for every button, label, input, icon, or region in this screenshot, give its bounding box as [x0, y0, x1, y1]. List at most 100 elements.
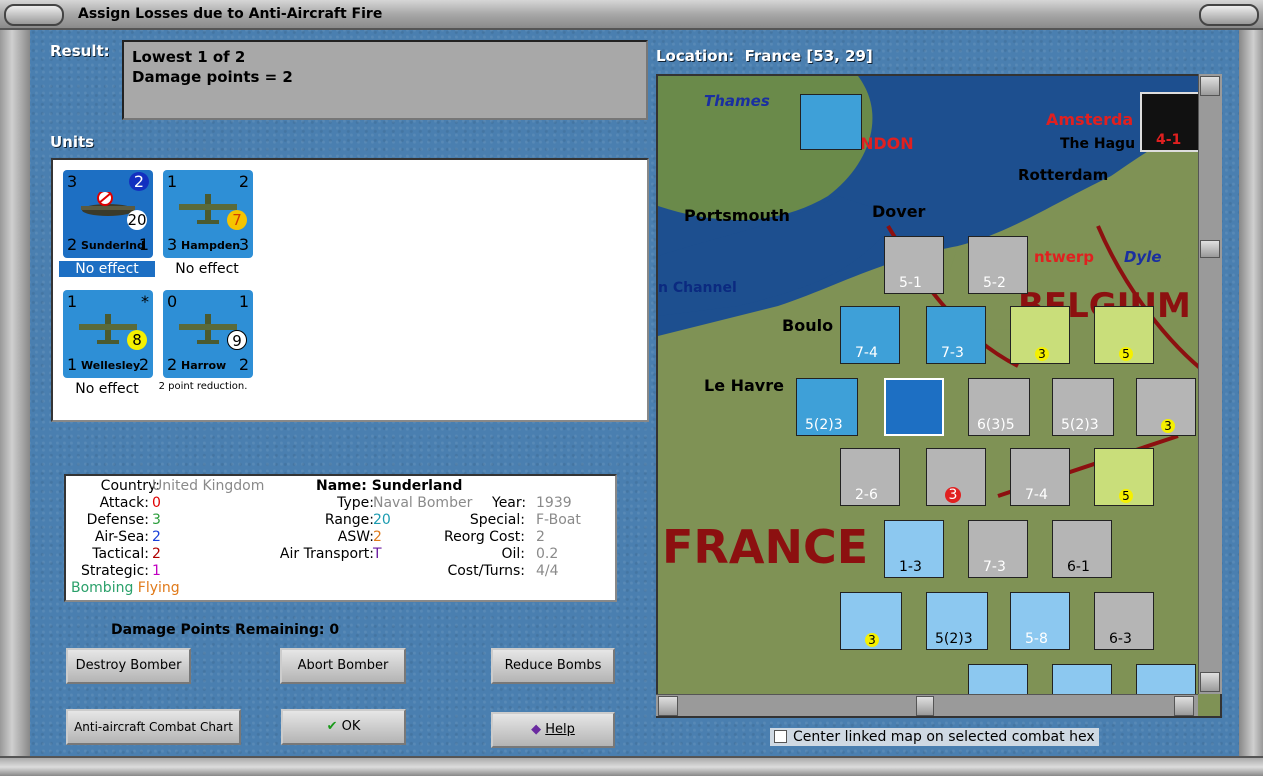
aa-combat-chart-button[interactable]: Anti-aircraft Combat Chart: [66, 709, 241, 745]
unit-tr-value: *: [141, 292, 149, 311]
map-place: Dyle: [1124, 248, 1162, 266]
unit-range-badge: 8: [127, 330, 147, 350]
scroll-thumb-vertical[interactable]: [1200, 240, 1220, 258]
damage-remaining: Damage Points Remaining: 0: [111, 622, 339, 638]
scroll-up-icon[interactable]: [1200, 76, 1220, 96]
map-place: Rotterdam: [1018, 166, 1109, 184]
counter-value: 5(2)3: [1061, 417, 1099, 433]
map-counter-air[interactable]: 5: [1094, 448, 1154, 506]
map-horizontal-scrollbar[interactable]: [656, 694, 1198, 716]
counter-value: 3: [1035, 347, 1049, 361]
counter-value: 6-3: [1109, 631, 1132, 647]
name-label: Name:: [316, 478, 367, 494]
map-counter-selected[interactable]: [884, 378, 944, 436]
help-button[interactable]: ◆ Help: [491, 712, 615, 748]
unit-air-value: 3: [67, 172, 78, 191]
unit-range-badge: 7: [227, 210, 247, 230]
map-counter[interactable]: 3: [926, 448, 986, 506]
unit-bl-value: 2: [167, 355, 178, 374]
scroll-thumb-horizontal[interactable]: [916, 696, 934, 716]
air-transport-value: T: [373, 546, 382, 562]
map-counter[interactable]: 5-8: [1010, 592, 1070, 650]
ok-button[interactable]: ✔ OK: [281, 709, 406, 745]
unit-card-wellesley[interactable]: 1 * 8 1 Wellesley 2: [63, 290, 153, 378]
map-counter[interactable]: 2-6: [840, 448, 900, 506]
window-menu-icon[interactable]: [4, 4, 64, 26]
unit-name: Wellesley: [81, 359, 141, 372]
counter-value: 5-1: [899, 275, 922, 291]
unit-tr-value: 1: [238, 292, 249, 311]
map-counter-air[interactable]: [800, 94, 862, 150]
map-counter[interactable]: 7-4: [840, 306, 900, 364]
scroll-left-icon[interactable]: [658, 696, 678, 716]
map-counter[interactable]: 1-3: [884, 520, 944, 578]
scroll-right-icon[interactable]: [1174, 696, 1194, 716]
airsea-label: Air-Sea:: [94, 529, 149, 545]
result-line1: Lowest 1 of 2: [132, 48, 246, 66]
attack-label: Attack:: [99, 495, 149, 511]
map-place: Dover: [872, 202, 926, 221]
reorg-value: 2: [536, 529, 545, 545]
map-counter-air[interactable]: 3: [840, 592, 902, 650]
map-counter[interactable]: 5-2: [968, 236, 1028, 294]
map-counter-air[interactable]: 5: [1094, 306, 1154, 364]
map-place: The Hagu: [1060, 136, 1136, 152]
counter-value: 5: [1119, 347, 1133, 361]
hex-map[interactable]: Thames NDON Amsterda The Hagu Rotterdam …: [656, 74, 1222, 718]
cost-label: Cost/Turns:: [447, 563, 525, 579]
tactical-label: Tactical:: [92, 546, 149, 562]
damage-label: Damage Points Remaining:: [111, 622, 325, 638]
unit-status: No effect: [175, 261, 239, 277]
checkbox-box[interactable]: [774, 730, 787, 743]
map-counter-amsterdam[interactable]: 4-1: [1140, 92, 1200, 152]
year-value: 1939: [536, 495, 572, 511]
help-label: Help: [545, 722, 575, 737]
map-counter[interactable]: 6-3: [1094, 592, 1154, 650]
unit-name: Sunderlnd: [81, 239, 145, 252]
unit-air-value: 1: [167, 172, 178, 191]
map-counter[interactable]: 5(2)3: [926, 592, 988, 650]
type-label: Type:: [337, 495, 374, 511]
unit-card-hampden[interactable]: 1 2 7 3 Hampden 3: [163, 170, 253, 258]
map-counter[interactable]: 7-4: [1010, 448, 1070, 506]
map-counter[interactable]: 7-3: [926, 306, 986, 364]
center-linked-map-checkbox[interactable]: Center linked map on selected combat hex: [770, 728, 1099, 746]
map-counter[interactable]: 7-3: [968, 520, 1028, 578]
frame-left: [0, 30, 30, 756]
counter-value: 2-6: [855, 487, 878, 503]
window-close-icon[interactable]: [1199, 4, 1259, 26]
unit-range-badge: 9: [227, 330, 247, 350]
asw-value: 2: [373, 529, 382, 545]
map-counter-air[interactable]: 3: [1010, 306, 1070, 364]
map-counter[interactable]: 5-1: [884, 236, 944, 294]
window-title: Assign Losses due to Anti-Aircraft Fire: [78, 6, 383, 22]
air-transport-label: Air Transport:: [279, 546, 374, 562]
counter-value: 7-4: [1025, 487, 1048, 503]
defense-value: 3: [152, 512, 161, 528]
counter-value: 5: [1119, 489, 1133, 503]
map-counter[interactable]: 6(3)5: [968, 378, 1030, 436]
location: Location: France [53, 29]: [656, 47, 873, 65]
location-label: Location:: [656, 47, 735, 65]
counter-value: 1-3: [899, 559, 922, 575]
unit-card-harrow[interactable]: 0 1 9 2 Harrow 2: [163, 290, 253, 378]
destroy-bomber-button[interactable]: Destroy Bomber: [66, 648, 191, 684]
unit-card-sunderland[interactable]: 3 2 20 2 Sunderlnd 1: [63, 170, 153, 258]
unit-br-value: 1: [138, 235, 149, 254]
units-list: 3 2 20 2 Sunderlnd 1 No effect 1 2 7 3 H…: [51, 158, 649, 422]
map-counter[interactable]: 6-1: [1052, 520, 1112, 578]
scroll-down-icon[interactable]: [1200, 672, 1220, 692]
bombing-flag: Bombing: [71, 580, 134, 596]
special-value: F-Boat: [536, 512, 581, 528]
map-place: n Channel: [658, 280, 737, 296]
map-vertical-scrollbar[interactable]: [1198, 74, 1222, 694]
map-place: NDON: [860, 134, 914, 153]
reduce-bombs-button[interactable]: Reduce Bombs: [491, 648, 615, 684]
abort-bomber-button[interactable]: Abort Bomber: [280, 648, 406, 684]
map-counter-air[interactable]: 3: [1136, 378, 1196, 436]
range-label: Range:: [324, 512, 374, 528]
map-counter[interactable]: 5(2)3: [1052, 378, 1114, 436]
counter-value: 5(2)3: [805, 417, 843, 433]
unit-status: 2 point reduction.: [158, 381, 248, 392]
map-counter[interactable]: 5(2)3: [796, 378, 858, 436]
